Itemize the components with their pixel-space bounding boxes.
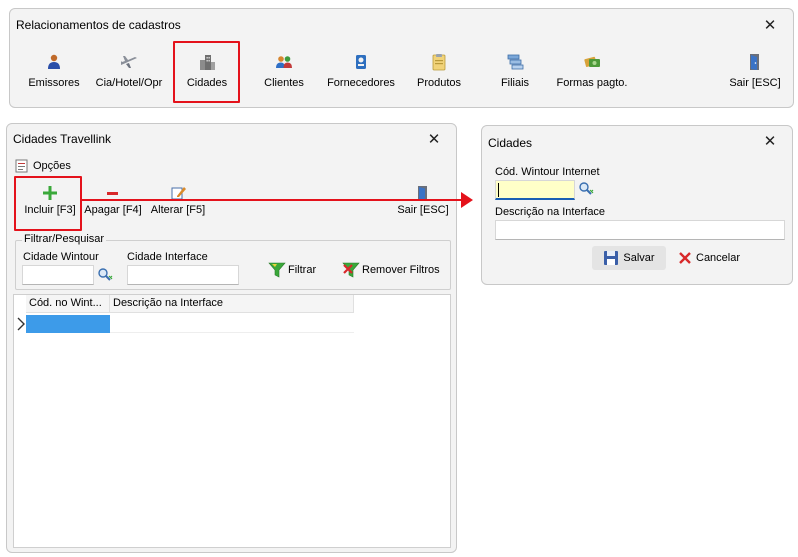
table-row-cell[interactable] <box>110 315 354 333</box>
exit-label: Sair [ESC] <box>397 204 449 216</box>
close-icon[interactable]: ✕ <box>762 18 778 34</box>
options-menu[interactable]: Opções <box>15 158 71 174</box>
toolbar-filiais-button[interactable]: Filiais <box>490 49 540 101</box>
city-interface-label: Cidade Interface <box>127 251 208 263</box>
search-lookup-icon[interactable] <box>578 181 594 197</box>
window-title: Relacionamentos de cadastros <box>16 18 181 32</box>
cancel-label: Cancelar <box>696 252 741 264</box>
save-button[interactable]: Salvar <box>592 246 666 270</box>
cities-grid[interactable]: Cód. no Wint... Descrição na Interface <box>13 294 451 548</box>
toolbar-emissores-button[interactable]: Emissores <box>26 49 82 101</box>
highlight-include <box>14 176 82 231</box>
description-input[interactable] <box>495 220 785 240</box>
options-icon <box>15 159 28 173</box>
city-wintour-label: Cidade Wintour <box>23 251 99 263</box>
exit-door-icon <box>750 54 759 70</box>
toolbar-filiais-label: Filiais <box>500 77 530 89</box>
funnel-icon <box>268 262 286 278</box>
column-header-description[interactable]: Descrição na Interface <box>110 295 354 313</box>
branches-icon <box>507 54 524 70</box>
toolbar-formas-pagto-button[interactable]: Formas pagto. <box>553 49 631 101</box>
highlight-cidades <box>173 41 240 103</box>
close-icon[interactable]: ✕ <box>426 132 442 148</box>
toolbar-sair-button[interactable]: Sair [ESC] <box>727 49 783 101</box>
toolbar-produtos-label: Produtos <box>416 77 462 89</box>
text-cursor <box>498 183 499 197</box>
close-icon[interactable]: ✕ <box>762 134 778 150</box>
remove-filters-label: Remover Filtros <box>362 264 440 276</box>
save-label: Salvar <box>623 252 655 264</box>
edit-label: Alterar [F5] <box>150 204 206 216</box>
toolbar-fornecedores-button[interactable]: Fornecedores <box>324 49 398 101</box>
cancel-button[interactable]: Cancelar <box>678 246 740 270</box>
toolbar-produtos-button[interactable]: Produtos <box>411 49 467 101</box>
pointer-arrow-line <box>82 199 463 201</box>
search-lookup-icon[interactable] <box>97 267 113 283</box>
window-title: Cidades <box>488 136 533 150</box>
toolbar-sair-label: Sair [ESC] <box>729 77 781 89</box>
payment-icon <box>584 56 600 67</box>
column-header-code[interactable]: Cód. no Wint... <box>26 295 110 313</box>
filter-label: Filtrar <box>288 264 317 276</box>
filter-button[interactable]: Filtrar <box>268 261 316 279</box>
cidades-form-window: Cidades ✕ Cód. Wintour Internet Descriçã… <box>481 125 793 285</box>
toolbar-clientes-button[interactable]: Clientes <box>258 49 310 101</box>
description-label: Descrição na Interface <box>495 206 606 218</box>
remove-filters-button[interactable]: Remover Filtros <box>342 261 440 279</box>
floppy-disk-icon <box>604 251 619 265</box>
users-icon <box>48 54 60 69</box>
toolbar-cia-hotel-opr-button[interactable]: Cia/Hotel/Opr <box>94 49 164 101</box>
table-row-selected-cell[interactable] <box>26 315 110 333</box>
close-x-icon <box>679 252 691 264</box>
row-indicator-icon <box>17 317 25 331</box>
toolbar-cia-hotel-opr-label: Cia/Hotel/Opr <box>95 77 163 89</box>
code-input[interactable] <box>495 180 575 200</box>
options-label: Opções <box>33 160 71 172</box>
supplier-icon <box>356 55 366 69</box>
toolbar-fornecedores-label: Fornecedores <box>327 77 395 89</box>
clients-icon <box>276 56 292 68</box>
city-interface-input[interactable] <box>127 265 239 285</box>
toolbar-clientes-label: Clientes <box>264 77 304 89</box>
code-label: Cód. Wintour Internet <box>495 166 600 178</box>
delete-label: Apagar [F4] <box>84 204 142 216</box>
pointer-arrow-head-icon <box>461 192 473 208</box>
airplane-icon <box>121 56 137 68</box>
toolbar-emissores-label: Emissores <box>28 77 80 89</box>
remove-filter-icon <box>342 262 360 278</box>
toolbar-formas-pagto-label: Formas pagto. <box>556 77 628 89</box>
window-title: Cidades Travellink <box>13 132 112 146</box>
products-icon <box>432 54 446 71</box>
relacionamentos-window: Relacionamentos de cadastros ✕ Emissores… <box>9 8 794 108</box>
city-wintour-input[interactable] <box>22 265 94 285</box>
filter-group-title: Filtrar/Pesquisar <box>22 233 107 245</box>
